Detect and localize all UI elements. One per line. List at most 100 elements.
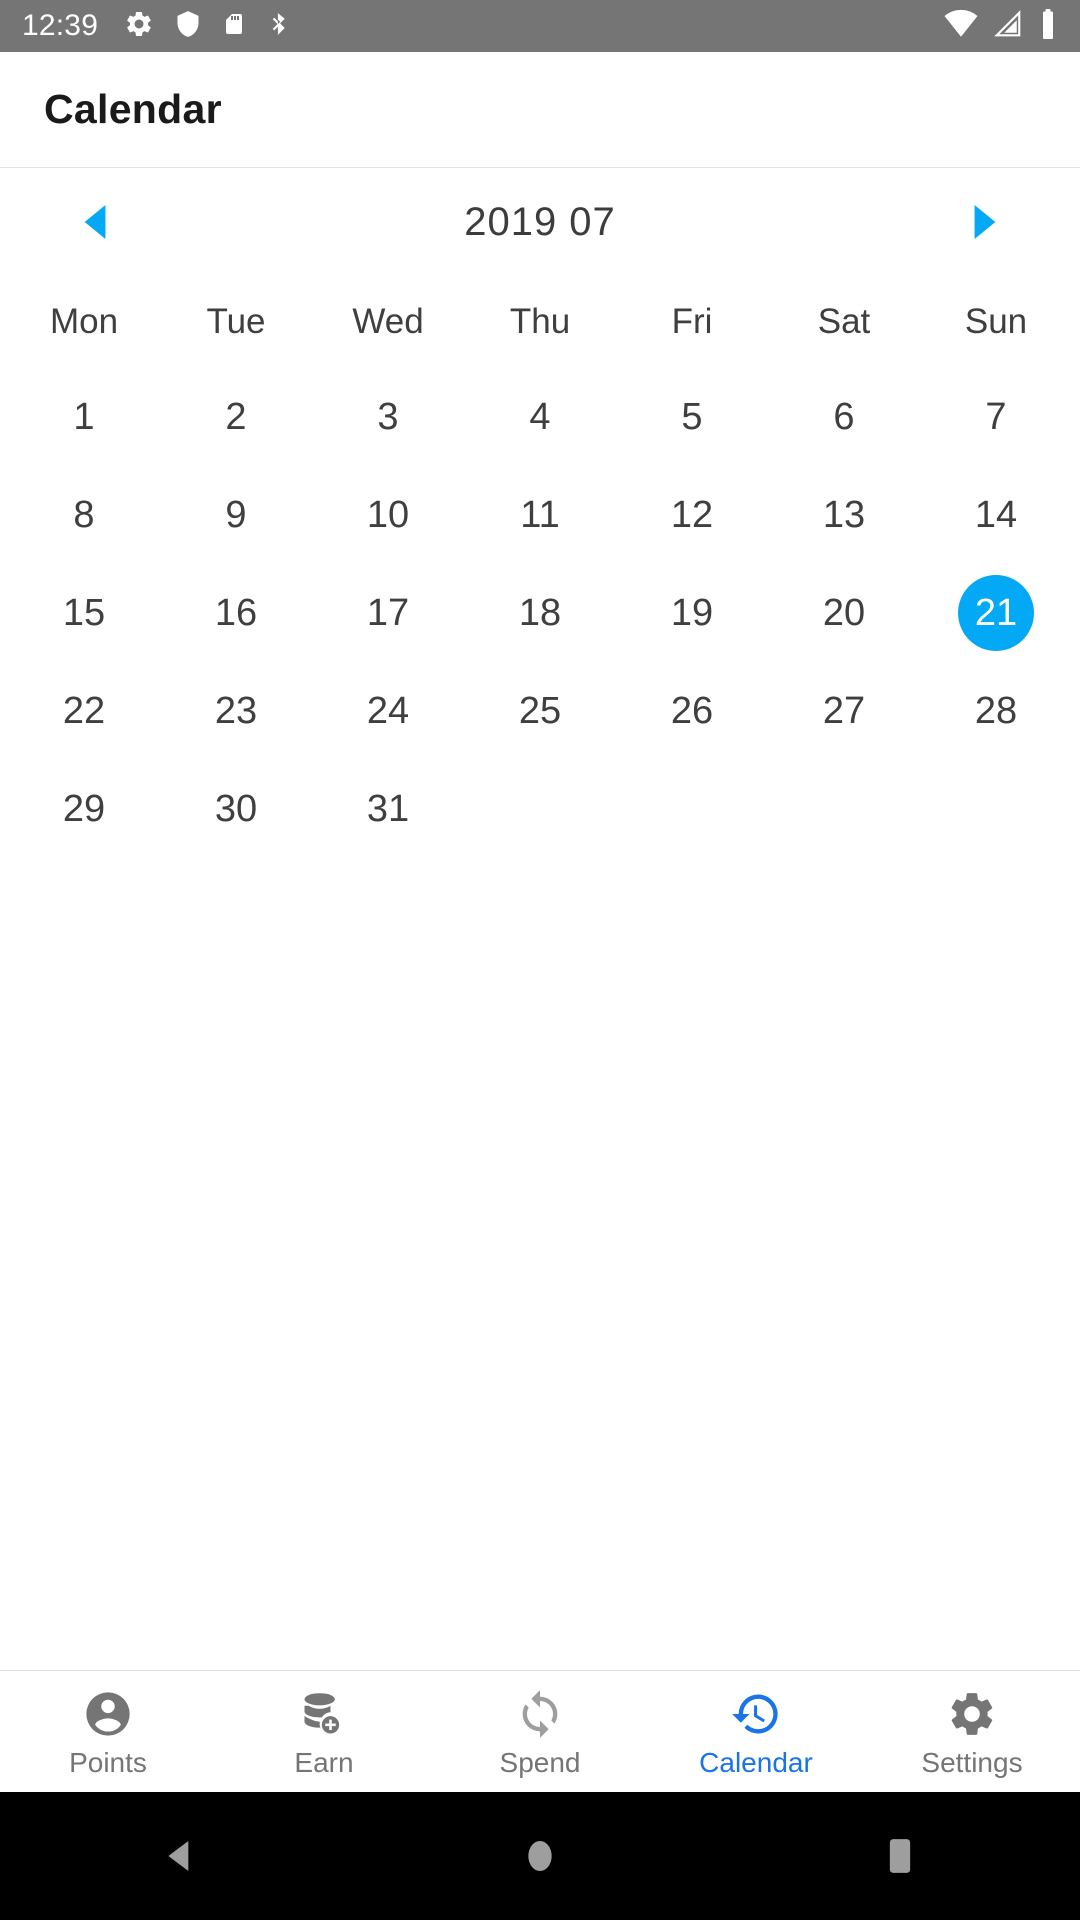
calendar-day-number — [654, 771, 730, 847]
sdcard-icon — [222, 9, 246, 44]
shield-icon — [174, 9, 202, 44]
calendar-day[interactable]: 24 — [312, 662, 464, 760]
calendar-grid: 1 2 3 4 5 6 7 8 9 10 11 12 13 14 15 16 17 18 19 20 21 22 23 24 2… — [0, 368, 1080, 1670]
calendar-day[interactable]: 16 — [160, 564, 312, 662]
calendar-day[interactable]: 30 — [160, 760, 312, 858]
calendar-day-number: 2 — [225, 396, 247, 438]
month-year-label: 2019 07 — [464, 199, 616, 244]
status-bar-notification-icons — [124, 9, 292, 44]
weekday-label-sat: Sat — [817, 302, 871, 341]
android-system-navigation — [0, 1792, 1080, 1920]
calendar-day-number: 16 — [214, 592, 258, 634]
calendar-day-empty — [616, 760, 768, 858]
calendar-day-number: 15 — [62, 592, 106, 634]
back-button[interactable] — [120, 1796, 240, 1916]
calendar-day-empty — [920, 760, 1072, 858]
gear-icon — [946, 1687, 998, 1741]
calendar-day[interactable]: 7 — [920, 368, 1072, 466]
tab-label-spend: Spend — [499, 1746, 581, 1778]
chevron-right-icon — [974, 205, 996, 239]
calendar-day-selected[interactable]: 21 — [920, 564, 1072, 662]
page-title: Calendar — [44, 86, 222, 132]
calendar-day-number: 8 — [73, 494, 95, 536]
calendar-day-number: 5 — [681, 396, 703, 438]
home-button[interactable] — [480, 1796, 600, 1916]
calendar-day-number: 24 — [366, 690, 410, 732]
calendar-day-number: 28 — [974, 690, 1018, 732]
calendar-day-number: 31 — [366, 788, 410, 830]
calendar-day-number: 10 — [366, 494, 410, 536]
calendar-day[interactable]: 27 — [768, 662, 920, 760]
calendar-day[interactable]: 4 — [464, 368, 616, 466]
status-bar-system-icons — [944, 8, 1058, 44]
tab-spend[interactable]: Spend — [432, 1671, 648, 1792]
calendar-day[interactable]: 19 — [616, 564, 768, 662]
tab-points[interactable]: Points — [0, 1671, 216, 1792]
calendar-day[interactable]: 23 — [160, 662, 312, 760]
calendar-day[interactable]: 18 — [464, 564, 616, 662]
month-navigation: 2019 07 — [0, 168, 1080, 276]
calendar-day-number: 20 — [822, 592, 866, 634]
calendar-day[interactable]: 10 — [312, 466, 464, 564]
weekday-header: Mon Tue Wed Thu Fri Sat Sun — [0, 276, 1080, 368]
weekday-label-fri: Fri — [671, 302, 713, 341]
tab-earn[interactable]: Earn — [216, 1671, 432, 1792]
calendar-day-number: 19 — [670, 592, 714, 634]
tab-label-earn: Earn — [294, 1746, 354, 1778]
wifi-icon — [944, 9, 978, 44]
calendar-day-number: 3 — [377, 396, 399, 438]
tab-calendar[interactable]: Calendar — [648, 1671, 864, 1792]
calendar-day-number: 27 — [822, 690, 866, 732]
weekday-label-wed: Wed — [352, 302, 424, 341]
weekday-label-tue: Tue — [206, 302, 266, 341]
calendar-week-row: 1 2 3 4 5 6 7 — [8, 368, 1072, 466]
calendar-day[interactable]: 29 — [8, 760, 160, 858]
bottom-tab-bar: Points Earn Spend Calendar Settings — [0, 1670, 1080, 1792]
calendar-day[interactable]: 25 — [464, 662, 616, 760]
calendar-day[interactable]: 1 — [8, 368, 160, 466]
history-clock-icon — [730, 1687, 782, 1741]
calendar-day-empty — [464, 760, 616, 858]
calendar-day[interactable]: 3 — [312, 368, 464, 466]
calendar-day-number: 22 — [62, 690, 106, 732]
bluetooth-disabled-icon — [266, 9, 292, 44]
calendar-day-number: 18 — [518, 592, 562, 634]
calendar-day[interactable]: 28 — [920, 662, 1072, 760]
app-root: 12:39 Calendar 2019 07 Mon Tue Wed Thu F… — [0, 0, 1080, 1920]
calendar-day-number: 26 — [670, 690, 714, 732]
calendar-day[interactable]: 6 — [768, 368, 920, 466]
cellular-signal-icon — [992, 9, 1024, 44]
calendar-day[interactable]: 9 — [160, 466, 312, 564]
calendar-day[interactable]: 20 — [768, 564, 920, 662]
calendar-day[interactable]: 31 — [312, 760, 464, 858]
back-triangle-icon — [168, 1841, 189, 1871]
gear-icon — [124, 9, 154, 44]
calendar-week-row: 15 16 17 18 19 20 21 — [8, 564, 1072, 662]
coins-add-icon — [298, 1687, 350, 1741]
calendar-week-row: 29 30 31 — [8, 760, 1072, 858]
calendar-day[interactable]: 11 — [464, 466, 616, 564]
calendar-day[interactable]: 8 — [8, 466, 160, 564]
calendar-day[interactable]: 12 — [616, 466, 768, 564]
calendar-day-number: 14 — [974, 494, 1018, 536]
calendar-day-number: 29 — [62, 788, 106, 830]
calendar-day[interactable]: 17 — [312, 564, 464, 662]
next-month-button[interactable] — [956, 194, 1012, 250]
calendar-day[interactable]: 26 — [616, 662, 768, 760]
calendar-day[interactable]: 22 — [8, 662, 160, 760]
prev-month-button[interactable] — [68, 194, 124, 250]
calendar-day[interactable]: 2 — [160, 368, 312, 466]
calendar-day-number — [502, 771, 578, 847]
tab-label-points: Points — [69, 1746, 147, 1778]
home-circle-icon — [528, 1841, 552, 1871]
account-circle-icon — [82, 1687, 134, 1741]
tab-settings[interactable]: Settings — [864, 1671, 1080, 1792]
weekday-label-mon: Mon — [49, 302, 119, 341]
calendar-day[interactable]: 5 — [616, 368, 768, 466]
recents-button[interactable] — [840, 1796, 960, 1916]
calendar-day-number: 9 — [225, 494, 247, 536]
calendar-day[interactable]: 15 — [8, 564, 160, 662]
calendar-day[interactable]: 13 — [768, 466, 920, 564]
calendar-day-number: 17 — [366, 592, 410, 634]
calendar-day[interactable]: 14 — [920, 466, 1072, 564]
